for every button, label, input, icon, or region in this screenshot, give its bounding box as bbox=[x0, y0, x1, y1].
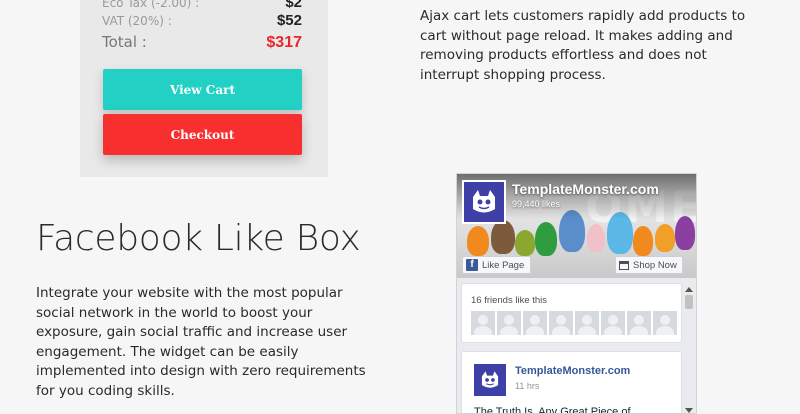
ajax-cart-description: Ajax cart lets customers rapidly add pro… bbox=[420, 8, 746, 83]
monster-logo-icon bbox=[473, 190, 495, 213]
post-text: The Truth Is, Any Great Piece of bbox=[474, 406, 631, 414]
scroll-up-arrow-icon[interactable] bbox=[685, 287, 693, 292]
post-author-name[interactable]: TemplateMonster.com bbox=[515, 365, 630, 377]
eco-tax-label: Eco Tax (-2.00) : bbox=[102, 0, 200, 10]
friend-avatar[interactable] bbox=[653, 311, 677, 335]
fb-page-logo[interactable] bbox=[462, 180, 506, 224]
fb-like-page-button[interactable]: f Like Page bbox=[462, 256, 532, 274]
shop-bag-icon bbox=[619, 260, 629, 270]
monster-logo-icon bbox=[481, 371, 499, 388]
facebook-section-title: Facebook Like Box bbox=[36, 218, 361, 259]
monster-figure bbox=[655, 224, 675, 252]
fb-page-name[interactable]: TemplateMonster.com bbox=[512, 181, 659, 197]
monster-figure bbox=[675, 216, 695, 250]
monster-figure bbox=[491, 220, 515, 254]
cart-summary-panel: Eco Tax (-2.00) : $2 VAT (20%) : $52 Tot… bbox=[80, 0, 328, 177]
eco-tax-value: $2 bbox=[285, 0, 302, 11]
friend-avatars bbox=[471, 311, 677, 335]
friend-avatar[interactable] bbox=[471, 311, 495, 335]
cart-row-vat: VAT (20%) : $52 bbox=[102, 12, 302, 29]
friend-avatar[interactable] bbox=[497, 311, 521, 335]
vat-value: $52 bbox=[276, 12, 302, 29]
friend-avatar[interactable] bbox=[601, 311, 625, 335]
cart-row-total: Total : $317 bbox=[102, 33, 302, 52]
friend-avatar[interactable] bbox=[627, 311, 651, 335]
monster-figure bbox=[467, 226, 489, 256]
fb-cover-image[interactable]: OME TemplateMonster.com 99,440 likes f L… bbox=[457, 174, 696, 278]
fb-friends-box: 16 friends like this bbox=[461, 283, 682, 343]
vat-label: VAT (20%) : bbox=[102, 14, 172, 28]
monster-figure bbox=[587, 224, 605, 252]
scroll-down-arrow-icon[interactable] bbox=[685, 408, 693, 413]
facebook-section-description: Integrate your website with the most pop… bbox=[36, 285, 366, 399]
monster-figure bbox=[515, 230, 535, 256]
fb-shop-now-button[interactable]: Shop Now bbox=[615, 256, 683, 274]
like-page-label: Like Page bbox=[482, 259, 525, 271]
fb-likes-count: 99,440 likes bbox=[512, 199, 561, 209]
shop-now-label: Shop Now bbox=[633, 259, 677, 271]
friend-avatar[interactable] bbox=[549, 311, 573, 335]
facebook-like-box-widget: OME TemplateMonster.com 99,440 likes f L… bbox=[456, 173, 697, 414]
cart-row-eco-tax: Eco Tax (-2.00) : $2 bbox=[102, 0, 302, 11]
fb-widget-scrollbar[interactable] bbox=[684, 287, 694, 413]
facebook-f-icon: f bbox=[466, 259, 478, 271]
fb-post: TemplateMonster.com 11 hrs The Truth Is,… bbox=[461, 351, 682, 414]
fb-widget-body: 16 friends like this TemplateMonster.com… bbox=[461, 283, 682, 413]
friends-like-text: 16 friends like this bbox=[471, 295, 548, 306]
total-value: $317 bbox=[266, 34, 302, 51]
friend-avatar[interactable] bbox=[523, 311, 547, 335]
post-author-avatar[interactable] bbox=[474, 364, 506, 396]
checkout-button[interactable]: Checkout bbox=[103, 114, 302, 155]
scrollbar-thumb[interactable] bbox=[685, 295, 693, 309]
post-timestamp[interactable]: 11 hrs bbox=[515, 381, 539, 391]
friend-avatar[interactable] bbox=[575, 311, 599, 335]
total-label: Total : bbox=[102, 33, 147, 51]
view-cart-button[interactable]: View Cart bbox=[103, 69, 302, 110]
monster-figure bbox=[633, 226, 653, 256]
monster-figure bbox=[535, 222, 557, 256]
